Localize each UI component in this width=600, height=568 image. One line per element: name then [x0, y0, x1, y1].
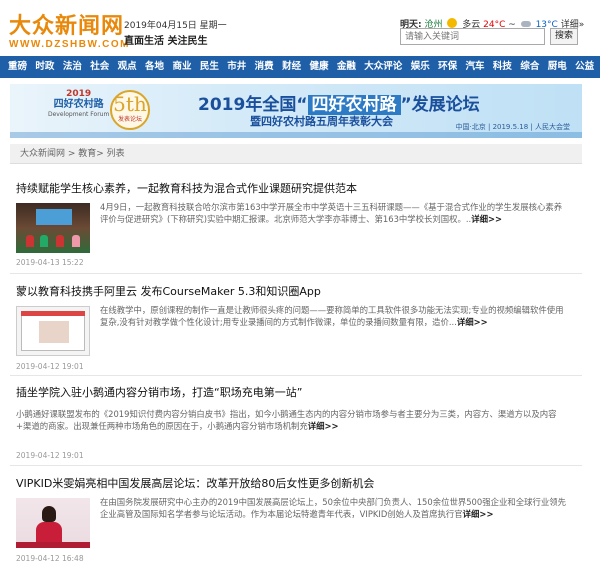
- forum-banner[interactable]: 2019 四好农村路 Development Forum 5th 发表论坛 20…: [10, 84, 582, 138]
- summary-text: 小鹅通好课联盟发布的《2019知识付费内容分销白皮书》指出，如今小鹅通生态内的内…: [16, 409, 557, 431]
- article-title[interactable]: 插坐学院入驻小鹅通内容分销市场，打造“职场充电第一站”: [16, 386, 576, 400]
- logo-url: WWW.DZSHBW.COM: [9, 39, 130, 50]
- nav-item[interactable]: 厨电: [548, 56, 567, 78]
- divider: [10, 375, 582, 376]
- read-more-link[interactable]: 详细>>: [463, 509, 494, 519]
- banner-logo-name: 四好农村路: [53, 99, 104, 110]
- site-slogan: 直面生活 关注民生: [124, 36, 208, 47]
- article-time: 2019-04-12 19:01: [16, 362, 84, 371]
- nav-item[interactable]: 健康: [309, 56, 328, 78]
- nav-item[interactable]: 观点: [118, 56, 137, 78]
- nav-item[interactable]: 市井: [227, 56, 246, 78]
- banner-title-post: ”发展论坛: [400, 95, 480, 115]
- nav-item[interactable]: 民生: [200, 56, 219, 78]
- banner-logo-sub: Development Forum: [48, 111, 110, 118]
- article-time: 2019-04-12 19:01: [16, 451, 84, 460]
- cloud-icon: [520, 21, 531, 27]
- nav-item[interactable]: 环保: [438, 56, 457, 78]
- banner-logo-year: 2019: [66, 89, 92, 99]
- banner-subtitle: 暨四好农村路五周年表彰大会: [250, 115, 393, 128]
- nav-item[interactable]: 汽车: [466, 56, 485, 78]
- site-logo[interactable]: 大众新闻网 WWW.DZSHBW.COM: [9, 14, 130, 51]
- nav-item[interactable]: 娱乐: [411, 56, 430, 78]
- article-title[interactable]: VIPKID米雯娟亮相中国发展高层论坛：改革开放给80后女性更多创新机会: [16, 477, 576, 491]
- partly-cloudy-icon: [447, 18, 458, 28]
- logo-text: 大众新闻网: [9, 13, 125, 39]
- current-date: 2019年04月15日 星期一: [124, 21, 227, 31]
- read-more-link[interactable]: 详细>>: [471, 214, 502, 224]
- nav-item[interactable]: 消费: [255, 56, 274, 78]
- site-header: 大众新闻网 WWW.DZSHBW.COM 2019年04月15日 星期一 直面生…: [0, 0, 600, 56]
- article-thumbnail[interactable]: [16, 498, 90, 548]
- banner-title: 2019年全国“ 四好农村路 ”发展论坛: [198, 90, 480, 115]
- banner-title-highlight: 四好农村路: [307, 95, 401, 115]
- article-summary: 小鹅通好课联盟发布的《2019知识付费内容分销白皮书》指出，如今小鹅通生态内的内…: [16, 408, 571, 432]
- nav-item[interactable]: 财经: [282, 56, 301, 78]
- nav-item[interactable]: 综合: [520, 56, 539, 78]
- nav-item[interactable]: 法治: [63, 56, 82, 78]
- article-summary: 在由国务院发展研究中心主办的2019中国发展高层论坛上，50余位中央部门负责人、…: [100, 496, 570, 520]
- summary-text: 在线教学中，原创课程的制作一直是让教师很头疼的问题——要称简单的工具软件很多功能…: [100, 305, 564, 327]
- summary-text: 在由国务院发展研究中心主办的2019中国发展高层论坛上，50余位中央部门负责人、…: [100, 497, 566, 519]
- breadcrumb[interactable]: 大众新闻网 > 教育> 列表: [10, 144, 582, 164]
- main-nav: 重磅 时政 法治 社会 观点 各地 商业 民生 市井 消费 财经 健康 金融 大众评论 娱乐 环保 汽车 科技 综合…: [0, 56, 600, 78]
- divider: [10, 465, 582, 466]
- banner-title-pre: 2019年全国“: [198, 95, 308, 115]
- article-summary: 在线教学中，原创课程的制作一直是让教师很头疼的问题——要称简单的工具软件很多功能…: [100, 304, 570, 328]
- divider: [10, 273, 582, 274]
- article-item: 蒙以教育科技携手阿里云 发布CourseMaker 5.3和知识圈App 在线教…: [16, 285, 576, 371]
- article-time: 2019-04-13 15:22: [16, 258, 84, 267]
- search-button[interactable]: 搜索: [550, 28, 578, 45]
- article-summary: 4月9日，一起教育科技联合哈尔滨市第163中学开展全市中学英语十三五科研课题——…: [100, 201, 570, 225]
- search-input[interactable]: [400, 28, 545, 45]
- nav-item[interactable]: 重磅: [8, 56, 27, 78]
- article-thumbnail[interactable]: [16, 306, 90, 356]
- read-more-link[interactable]: 详细>>: [457, 317, 488, 327]
- nav-item[interactable]: 社会: [90, 56, 109, 78]
- nav-item[interactable]: 科技: [493, 56, 512, 78]
- banner-logo: 2019 四好农村路 Development Forum: [48, 89, 109, 118]
- nav-item[interactable]: 各地: [145, 56, 164, 78]
- nav-item[interactable]: 时政: [35, 56, 54, 78]
- anniversary-badge: 5th 发表论坛: [110, 90, 150, 130]
- nav-item[interactable]: 公益: [575, 56, 594, 78]
- article-time: 2019-04-12 16:48: [16, 554, 84, 563]
- badge-sub: 发表论坛: [117, 116, 142, 123]
- article-item: 持续赋能学生核心素养，一起教育科技为混合式作业课题研究提供范本 4月9日，一起教…: [16, 182, 576, 267]
- nav-item[interactable]: 金融: [337, 56, 356, 78]
- article-item: VIPKID米雯娟亮相中国发展高层论坛：改革开放给80后女性更多创新机会 在由国…: [16, 477, 576, 563]
- article-title[interactable]: 蒙以教育科技携手阿里云 发布CourseMaker 5.3和知识圈App: [16, 285, 576, 299]
- read-more-link[interactable]: 详细>>: [308, 421, 339, 431]
- banner-meta: 中国·北京 | 2019.5.18 | 人民大会堂: [455, 123, 570, 131]
- nav-item[interactable]: 商业: [172, 56, 191, 78]
- article-item: 插坐学院入驻小鹅通内容分销市场，打造“职场充电第一站” 小鹅通好课联盟发布的《2…: [16, 386, 576, 460]
- badge-number: 5th: [113, 92, 147, 116]
- article-thumbnail[interactable]: [16, 203, 90, 253]
- article-title[interactable]: 持续赋能学生核心素养，一起教育科技为混合式作业课题研究提供范本: [16, 182, 576, 196]
- banner-wave: [10, 132, 582, 138]
- nav-item[interactable]: 大众评论: [364, 56, 402, 78]
